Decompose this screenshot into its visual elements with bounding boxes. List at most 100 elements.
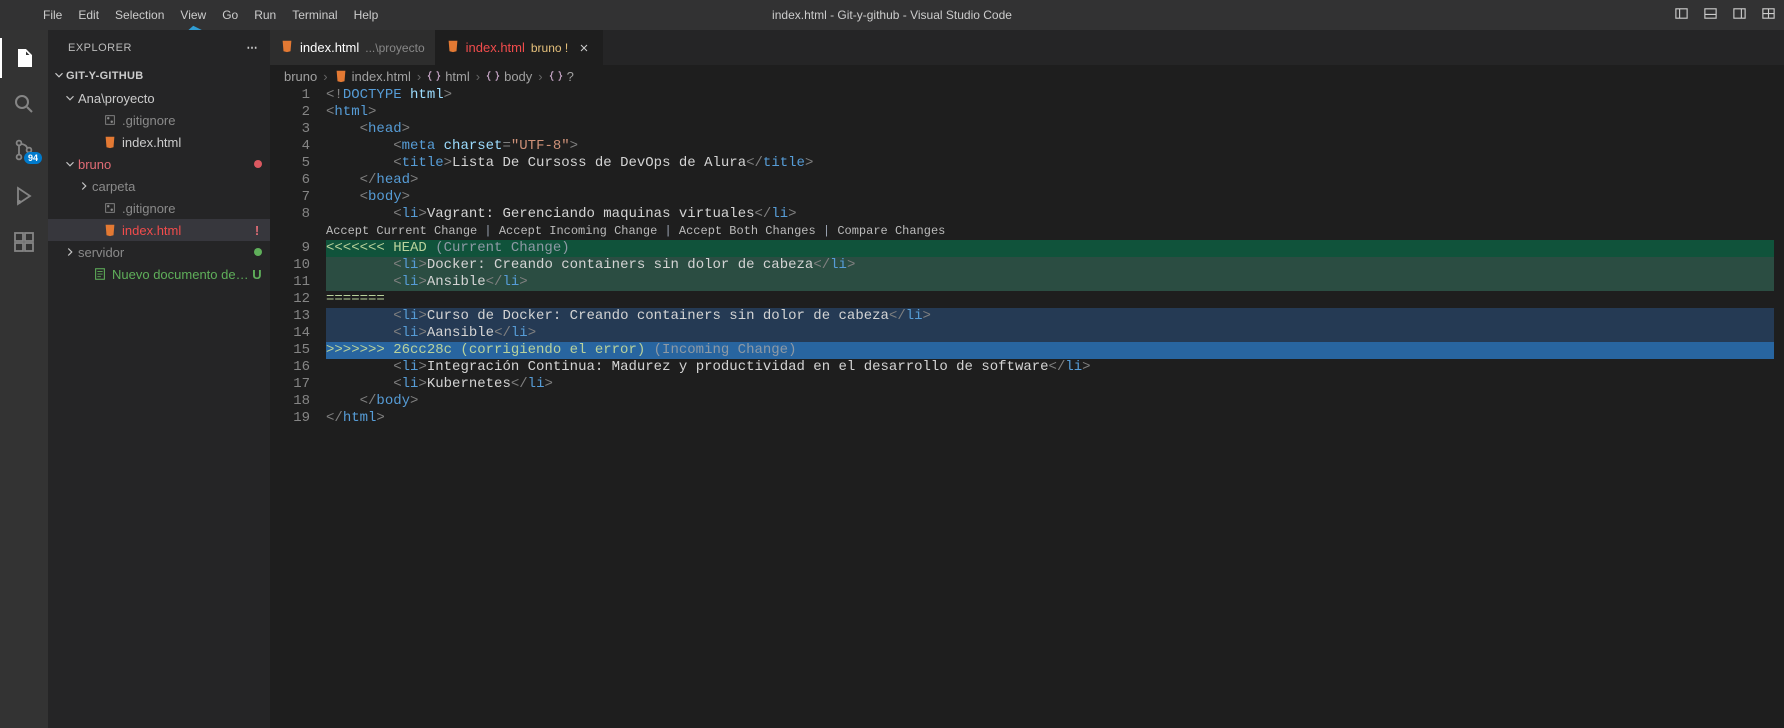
breadcrumbs: bruno›index.html›html›body›? [270, 65, 1784, 87]
activity-explorer[interactable] [0, 38, 48, 78]
tree-label: carpeta [92, 179, 262, 194]
accept-both-link[interactable]: Accept Both Changes [679, 224, 816, 238]
code-line-3[interactable]: <head> [326, 121, 1774, 138]
folder-servidor[interactable]: servidor [48, 241, 270, 263]
main-menu: FileEditSelectionViewGoRunTerminalHelp [36, 4, 385, 26]
breadcrumb-item[interactable]: ? [549, 69, 574, 84]
breadcrumb-item[interactable]: body [486, 69, 532, 84]
line-gutter: 12345678 910111213141516171819 [270, 87, 326, 728]
html-icon [446, 39, 460, 56]
folder-carpeta[interactable]: carpeta [48, 175, 270, 197]
tab-filename: index.html [466, 40, 525, 55]
accept-incoming-link[interactable]: Accept Incoming Change [499, 224, 657, 238]
merge-codelens: Accept Current Change | Accept Incoming … [326, 223, 1774, 240]
chevron-right-icon [76, 179, 92, 193]
sidebar-more-icon[interactable]: ⋯ [247, 41, 259, 54]
menu-file[interactable]: File [36, 4, 69, 26]
code-line-10[interactable]: <li>Docker: Creando containers sin dolor… [326, 257, 1774, 274]
activity-source-control[interactable]: 94 [0, 130, 48, 170]
file-status: ! [252, 223, 262, 238]
code-line-1[interactable]: <!DOCTYPE html> [326, 87, 1774, 104]
menu-help[interactable]: Help [347, 4, 386, 26]
code-line-17[interactable]: <li>Kubernetes</li> [326, 376, 1774, 393]
accept-current-link[interactable]: Accept Current Change [326, 224, 477, 238]
code-line-19[interactable]: </html> [326, 410, 1774, 427]
code-line-9[interactable]: <<<<<<< HEAD (Current Change) [326, 240, 1774, 257]
menu-view[interactable]: View [173, 4, 213, 26]
code-line-6[interactable]: </head> [326, 172, 1774, 189]
code-line-4[interactable]: <meta charset="UTF-8"> [326, 138, 1774, 155]
menu-terminal[interactable]: Terminal [285, 4, 344, 26]
breadcrumb-label: ? [567, 69, 574, 84]
code-line-5[interactable]: <title>Lista De Cursoss de DevOps de Alu… [326, 155, 1774, 172]
code-line-15[interactable]: >>>>>>> 26cc28c (corrigiendo el error) (… [326, 342, 1774, 359]
html-icon [334, 69, 348, 83]
file--gitignore[interactable]: .gitignore [48, 109, 270, 131]
tree-label: servidor [78, 245, 254, 260]
menu-edit[interactable]: Edit [71, 4, 106, 26]
folder-bruno[interactable]: bruno [48, 153, 270, 175]
breadcrumb-label: index.html [352, 69, 411, 84]
code-line-12[interactable]: ======= [326, 291, 1774, 308]
tab-filename: index.html [300, 40, 359, 55]
breadcrumb-label: html [445, 69, 470, 84]
breadcrumb-item[interactable]: bruno [284, 69, 317, 84]
layout-panel-icon[interactable] [1703, 6, 1718, 24]
file-index-html[interactable]: index.html [48, 131, 270, 153]
editor-group: index.html...\proyectoindex.htmlbruno ! … [270, 30, 1784, 728]
file-index-html[interactable]: index.html! [48, 219, 270, 241]
code-line-14[interactable]: <li>Aansible</li> [326, 325, 1774, 342]
activity-run-debug[interactable] [0, 176, 48, 216]
chevron-right-icon: › [417, 69, 421, 84]
menu-go[interactable]: Go [215, 4, 245, 26]
activity-bar: 94 [0, 30, 48, 728]
breadcrumb-item[interactable]: index.html [334, 69, 411, 84]
minimap[interactable] [1774, 87, 1784, 728]
code-line-16[interactable]: <li>Integración Continua: Madurez y prod… [326, 359, 1774, 376]
tree-label: .gitignore [122, 201, 262, 216]
menu-run[interactable]: Run [247, 4, 283, 26]
window-title: index.html - Git-y-github - Visual Studi… [772, 8, 1012, 22]
file-nuevo-documento-de-texto-txt[interactable]: Nuevo documento de texto.txtU [48, 263, 270, 285]
tab-description: bruno ! [531, 41, 568, 55]
activity-extensions[interactable] [0, 222, 48, 262]
menu-selection[interactable]: Selection [108, 4, 171, 26]
activity-search[interactable] [0, 84, 48, 124]
layout-grid-icon[interactable] [1761, 6, 1776, 24]
layout-sidebar-left-icon[interactable] [1674, 6, 1689, 24]
workspace-header[interactable]: GIT-Y-GITHUB [48, 65, 270, 87]
code-content[interactable]: <!DOCTYPE html><html> <head> <meta chars… [326, 87, 1774, 728]
symbol-icon [549, 69, 563, 83]
tree-label: Nuevo documento de texto.txt [112, 267, 252, 282]
tab-index-html[interactable]: index.html bruno ! [436, 30, 604, 65]
status-dot [254, 160, 262, 168]
status-dot [254, 248, 262, 256]
breadcrumb-label: body [504, 69, 532, 84]
tree-label: .gitignore [122, 113, 262, 128]
code-line-8[interactable]: <li>Vagrant: Gerenciando maquinas virtua… [326, 206, 1774, 223]
code-line-2[interactable]: <html> [326, 104, 1774, 121]
vscode-logo-icon [12, 7, 28, 23]
symbol-icon [486, 69, 500, 83]
breadcrumb-item[interactable]: html [427, 69, 470, 84]
code-line-13[interactable]: <li>Curso de Docker: Creando containers … [326, 308, 1774, 325]
git-icon [102, 112, 118, 128]
chevron-right-icon: › [476, 69, 480, 84]
tab-index-html[interactable]: index.html...\proyecto [270, 30, 436, 65]
compare-changes-link[interactable]: Compare Changes [837, 224, 945, 238]
file--gitignore[interactable]: .gitignore [48, 197, 270, 219]
breadcrumb-label: bruno [284, 69, 317, 84]
close-icon[interactable] [576, 40, 592, 56]
folder-ana-proyecto[interactable]: Ana\proyecto [48, 87, 270, 109]
html-icon [280, 39, 294, 56]
symbol-icon [427, 69, 441, 83]
layout-sidebar-right-icon[interactable] [1732, 6, 1747, 24]
tree-label: index.html [122, 135, 262, 150]
html-icon [102, 222, 118, 238]
code-line-7[interactable]: <body> [326, 189, 1774, 206]
file-status: U [252, 267, 262, 282]
editor-area[interactable]: 12345678 910111213141516171819 <!DOCTYPE… [270, 87, 1784, 728]
code-line-18[interactable]: </body> [326, 393, 1774, 410]
code-line-11[interactable]: <li>Ansible</li> [326, 274, 1774, 291]
html-icon [102, 134, 118, 150]
